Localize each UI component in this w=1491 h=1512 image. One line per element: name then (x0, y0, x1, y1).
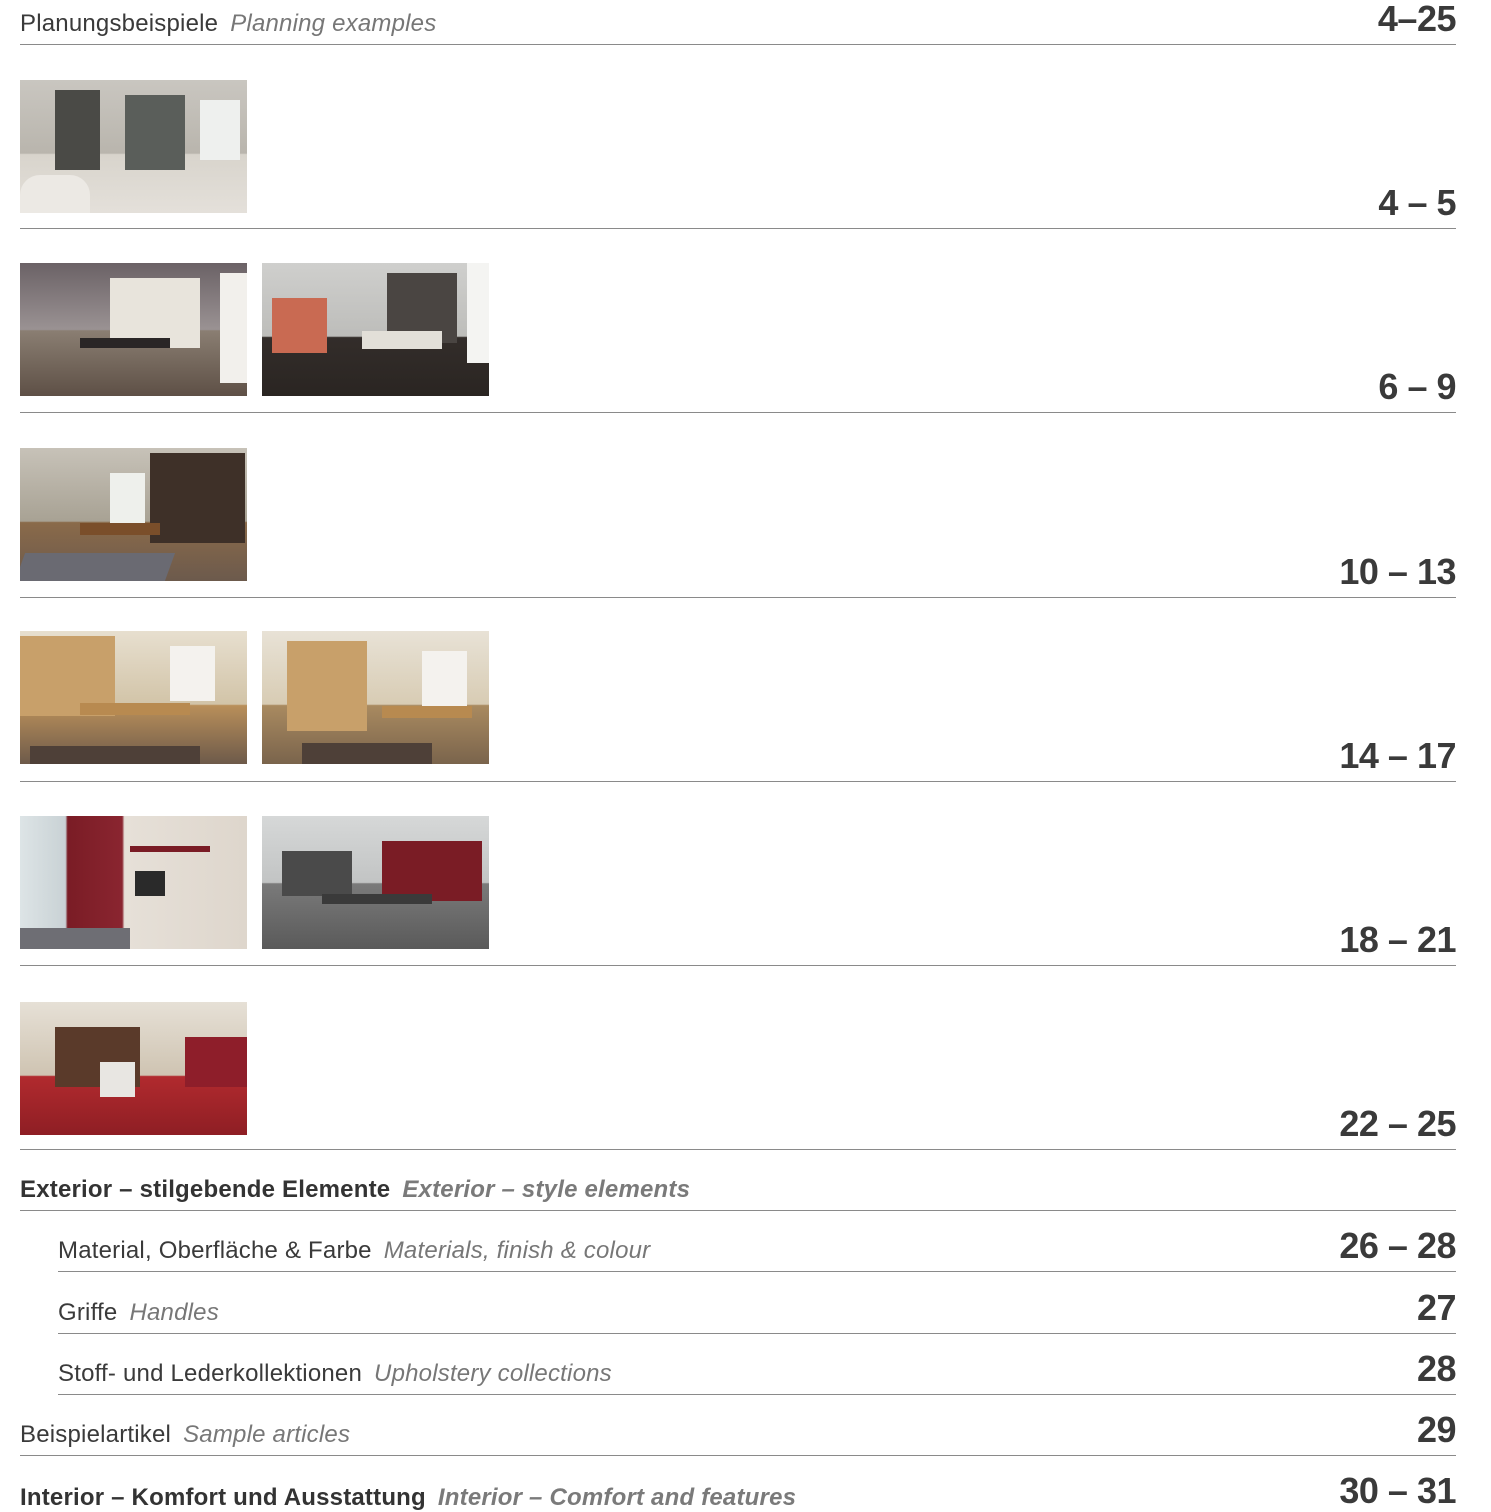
toc-row-example-3[interactable]: 10 – 13 (20, 448, 1456, 598)
thumbnail-group (20, 816, 489, 949)
room-photo-thumbnail (20, 816, 247, 949)
toc-title-de: Beispielartikel (20, 1421, 172, 1448)
toc-page-range: 30 – 31 (1339, 1470, 1456, 1511)
room-photo-thumbnail (20, 448, 247, 581)
toc-page-range: 28 (1416, 1348, 1457, 1389)
room-photo-thumbnail (20, 263, 247, 396)
toc-title-de: Interior – Komfort und Ausstattung (20, 1484, 426, 1511)
toc-label: Interior – Komfort und Ausstattung Interi… (20, 1484, 796, 1512)
thumbnail-group (20, 448, 247, 581)
toc-title-de: Planungsbeispiele (20, 10, 219, 37)
toc-row-upholstery[interactable]: Stoff- und Lederkollektionen Upholstery c… (58, 1334, 1457, 1395)
toc-page-range: 4 – 5 (1378, 182, 1456, 223)
room-photo-thumbnail (20, 80, 247, 213)
toc-row-example-2[interactable]: 6 – 9 (20, 263, 1456, 413)
room-photo-thumbnail (262, 816, 489, 949)
room-photo-thumbnail (20, 631, 247, 764)
toc-row-example-4[interactable]: 14 – 17 (20, 631, 1456, 782)
toc-title-en: Materials, finish & colour (383, 1237, 651, 1264)
toc-page-range: 26 – 28 (1339, 1225, 1456, 1266)
toc-label: Material, Oberfläche & Farbe Materials, f… (58, 1237, 650, 1265)
toc-page-range: 14 – 17 (1339, 735, 1456, 776)
toc-page-range: 18 – 21 (1339, 919, 1456, 960)
room-photo-thumbnail (262, 263, 489, 396)
toc-row-interior[interactable]: Interior – Komfort und Ausstattung Interi… (20, 1456, 1456, 1512)
toc-title-de: Stoff- und Lederkollektionen (58, 1360, 363, 1387)
toc-page-range: 4–25 (1377, 0, 1457, 39)
toc-title-en: Upholstery collections (374, 1360, 612, 1387)
thumbnail-group (20, 1002, 247, 1135)
toc-label: Exterior – stilgebende Elemente Exterior … (20, 1176, 690, 1204)
toc-row-exterior[interactable]: Exterior – stilgebende Elemente Exterior … (20, 1150, 1456, 1211)
toc-title-en: Handles (129, 1299, 219, 1326)
toc-page-range: 29 (1416, 1409, 1457, 1450)
toc-page-range: 10 – 13 (1339, 551, 1456, 592)
toc-page-range: 22 – 25 (1339, 1103, 1456, 1144)
toc-title-en: Planning examples (230, 10, 437, 37)
room-photo-thumbnail (262, 631, 489, 764)
toc-label: Stoff- und Lederkollektionen Upholstery c… (58, 1360, 612, 1388)
toc-title-de: Exterior – stilgebende Elemente (20, 1176, 391, 1203)
toc-label: Griffe Handles (58, 1299, 219, 1327)
thumbnail-group (20, 80, 247, 213)
toc-title-en: Exterior – style elements (402, 1176, 691, 1203)
toc-row-sample-articles[interactable]: Beispielartikel Sample articles 29 (20, 1395, 1457, 1456)
toc-label: Planungsbeispiele Planning examples (20, 10, 436, 38)
toc-title-de: Material, Oberfläche & Farbe (58, 1237, 372, 1264)
toc-title-en: Interior – Comfort and features (437, 1484, 797, 1511)
toc-page-range: 27 (1416, 1287, 1457, 1328)
toc-label: Beispielartikel Sample articles (20, 1421, 350, 1449)
toc-title-en: Sample articles (183, 1421, 351, 1448)
toc-row-planning-examples[interactable]: Planungsbeispiele Planning examples 4–25 (20, 0, 1457, 45)
toc-row-example-5[interactable]: 18 – 21 (20, 816, 1456, 966)
toc-row-example-6[interactable]: 22 – 25 (20, 1002, 1456, 1150)
toc-row-handles[interactable]: Griffe Handles 27 (58, 1272, 1457, 1334)
thumbnail-group (20, 263, 489, 396)
room-photo-thumbnail (20, 1002, 247, 1135)
toc-row-example-1[interactable]: 4 – 5 (20, 80, 1456, 229)
toc-row-materials[interactable]: Material, Oberfläche & Farbe Materials, f… (58, 1211, 1456, 1272)
thumbnail-group (20, 631, 489, 764)
toc-title-de: Griffe (58, 1299, 118, 1326)
toc-page-range: 6 – 9 (1378, 366, 1456, 407)
